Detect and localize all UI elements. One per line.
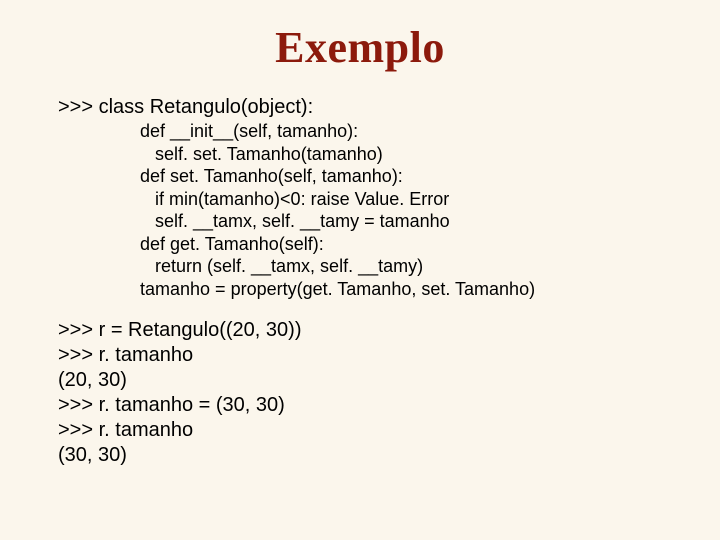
code-line: self. set. Tamanho(tamanho)	[58, 143, 680, 166]
code-line: >>> class Retangulo(object):	[58, 95, 680, 120]
slide-title: Exemplo	[0, 22, 720, 73]
code-line: tamanho = property(get. Tamanho, set. Ta…	[58, 278, 680, 301]
code-line: >>> r. tamanho = (30, 30)	[58, 393, 680, 418]
code-line: >>> r = Retangulo((20, 30))	[58, 318, 680, 343]
code-line: >>> r. tamanho	[58, 418, 680, 443]
code-line: (20, 30)	[58, 368, 680, 393]
code-line: self. __tamx, self. __tamy = tamanho	[58, 210, 680, 233]
code-line: def __init__(self, tamanho):	[58, 120, 680, 143]
slide: Exemplo >>> class Retangulo(object): def…	[0, 0, 720, 540]
code-line: def set. Tamanho(self, tamanho):	[58, 165, 680, 188]
code-line: if min(tamanho)<0: raise Value. Error	[58, 188, 680, 211]
code-line: return (self. __tamx, self. __tamy)	[58, 255, 680, 278]
code-line: (30, 30)	[58, 443, 680, 468]
code-line: def get. Tamanho(self):	[58, 233, 680, 256]
code-line: >>> r. tamanho	[58, 343, 680, 368]
code-block: >>> class Retangulo(object): def __init_…	[58, 95, 680, 468]
